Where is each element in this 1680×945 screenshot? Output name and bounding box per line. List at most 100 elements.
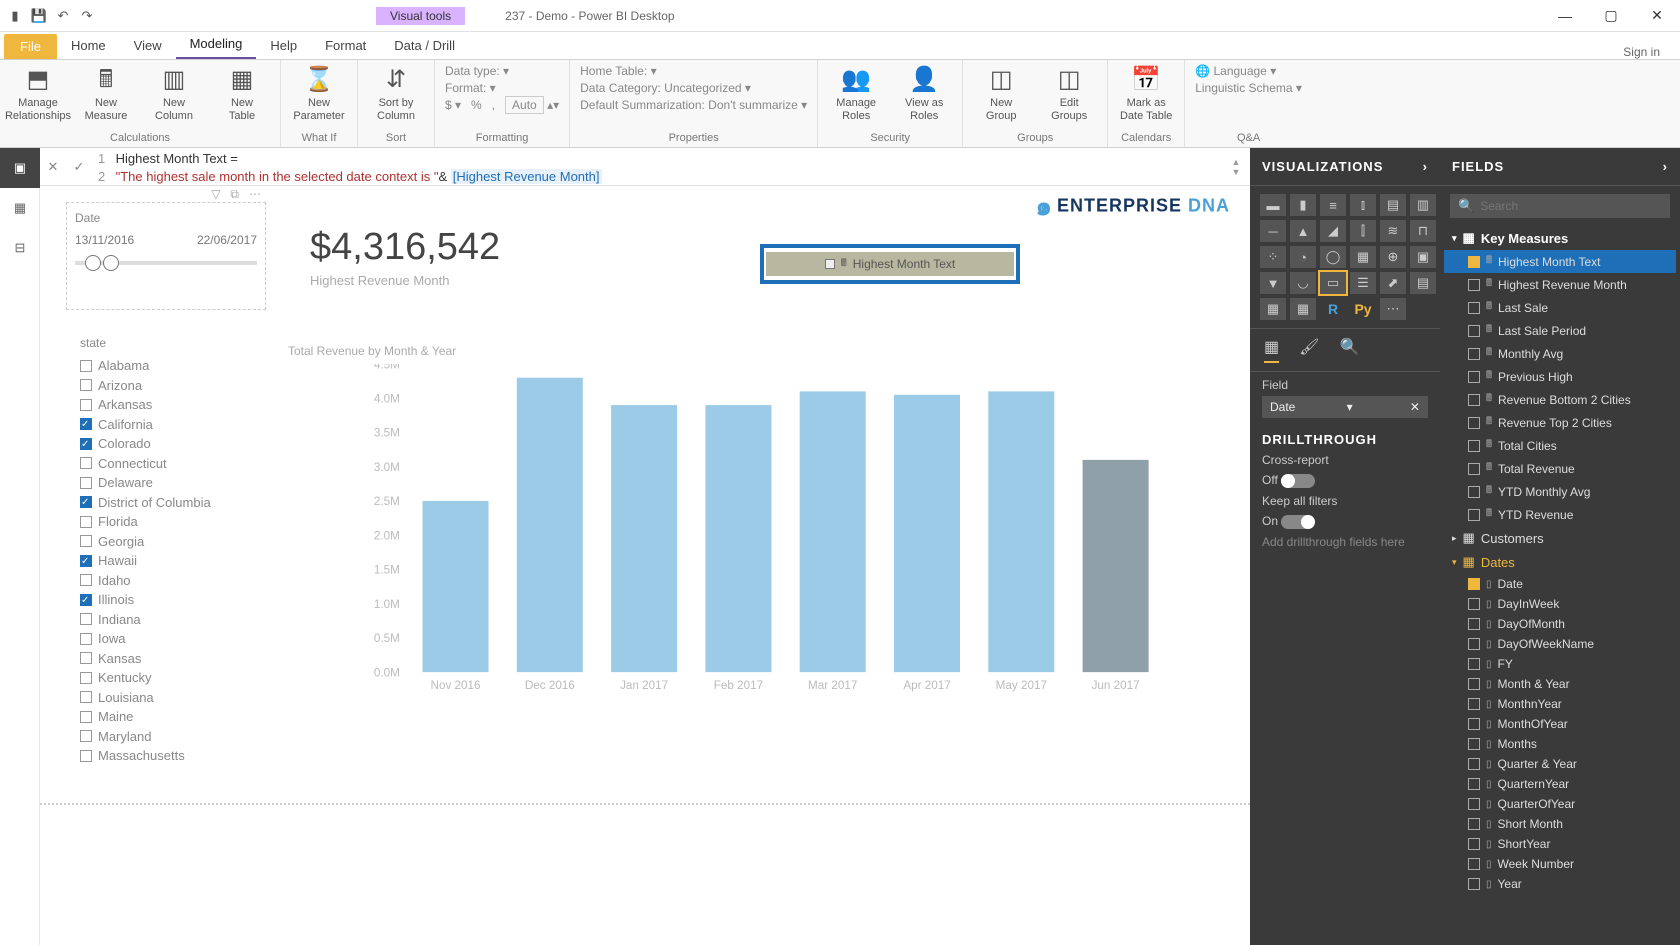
checkbox-icon[interactable] [80,711,92,723]
kpi-card[interactable]: $4,316,542 Highest Revenue Month [310,226,500,288]
state-option[interactable]: California [80,415,250,435]
viz-kpi-icon[interactable]: ⬈ [1380,272,1406,294]
checkbox-icon[interactable] [1468,302,1480,314]
report-canvas[interactable]: ▽ ⧉ ⋯ Date 13/11/2016 22/06/2017 $4,316,… [40,186,1250,945]
language-dropdown[interactable]: 🌐 Language ▾ [1195,64,1302,78]
minimize-icon[interactable]: — [1542,0,1588,32]
linguistic-schema-dropdown[interactable]: Linguistic Schema ▾ [1195,81,1302,95]
checkbox-icon[interactable] [1468,858,1480,870]
viz-matrix-icon[interactable]: ▦ [1290,298,1316,320]
fields-tab-icon[interactable]: ▦ [1264,337,1279,363]
save-icon[interactable]: 💾 [30,7,48,25]
state-option[interactable]: Kansas [80,649,250,669]
state-option[interactable]: Indiana [80,610,250,630]
field-item[interactable]: ▯DayOfWeekName [1444,634,1676,654]
checkbox-icon[interactable] [80,535,92,547]
field-item[interactable]: 🖩Total Cities [1444,434,1676,457]
viz-treemap-icon[interactable]: ▦ [1350,246,1376,268]
viz-scatter-icon[interactable]: ⁘ [1260,246,1286,268]
sign-in-link[interactable]: Sign in [1623,45,1660,59]
viz-clustered-column-icon[interactable]: ⫾ [1350,194,1376,216]
checkbox-icon[interactable] [80,457,92,469]
format-dropdown[interactable]: Format: ▾ [445,81,559,95]
format-tab-icon[interactable]: 🖌 [1299,337,1319,363]
checkbox-icon[interactable] [1468,738,1480,750]
viz-map-icon[interactable]: ⊕ [1380,246,1406,268]
viz-table-icon[interactable]: ▦ [1260,298,1286,320]
checkbox-icon[interactable] [1468,678,1480,690]
field-item[interactable]: ▯MonthOfYear [1444,714,1676,734]
viz-card-icon[interactable]: ▭ [1320,272,1346,294]
state-option[interactable]: Alabama [80,356,250,376]
chevron-right-icon[interactable]: › [1423,159,1428,174]
state-option[interactable]: Hawaii [80,551,250,571]
table-dates[interactable]: ▾▦Dates [1444,550,1676,574]
new-table-button[interactable]: ▦New Table [214,64,270,123]
manage-roles-button[interactable]: 👥Manage Roles [828,64,884,123]
edit-groups-button[interactable]: ◫Edit Groups [1041,64,1097,123]
state-option[interactable]: Arkansas [80,395,250,415]
checkbox-icon[interactable] [1468,348,1480,360]
state-option[interactable]: Louisiana [80,688,250,708]
checkbox-icon[interactable] [80,379,92,391]
checkbox-icon[interactable] [1468,618,1480,630]
viz-100-bar-icon[interactable]: ▤ [1380,194,1406,216]
checkbox-icon[interactable] [1468,838,1480,850]
keep-filters-toggle[interactable] [1281,515,1315,529]
checkbox-icon[interactable] [1468,698,1480,710]
tab-help[interactable]: Help [256,32,311,59]
checkbox-icon[interactable] [80,652,92,664]
state-option[interactable]: Illinois [80,590,250,610]
state-option[interactable]: Delaware [80,473,250,493]
state-option[interactable]: District of Columbia [80,493,250,513]
viz-stacked-column-icon[interactable]: ▮ [1290,194,1316,216]
checkbox-icon[interactable] [1468,279,1480,291]
fields-search[interactable]: 🔍 [1450,194,1670,218]
state-option[interactable]: Connecticut [80,454,250,474]
field-item[interactable]: 🖩YTD Revenue [1444,503,1676,526]
search-input[interactable] [1480,199,1662,213]
undo-icon[interactable]: ↶ [54,7,72,25]
viz-multirow-card-icon[interactable]: ☰ [1350,272,1376,294]
formula-bar[interactable]: ✕ ✓ 1 Highest Month Text = 2 "The highes… [40,148,1250,186]
bar-chart-visual[interactable]: Total Revenue by Month & Year 4.5M4.0M3.… [288,344,1230,714]
field-item[interactable]: ▯DayOfMonth [1444,614,1676,634]
checkbox-icon[interactable] [1468,463,1480,475]
checkbox-icon[interactable] [1468,878,1480,890]
number-format-row[interactable]: $ ▾ % , Auto ▴▾ [445,98,559,112]
viz-line-column-icon[interactable]: ⫿ [1350,220,1376,242]
checkbox-icon[interactable] [80,477,92,489]
state-slicer[interactable]: state AlabamaArizonaArkansasCaliforniaCo… [80,336,250,766]
checkbox-icon[interactable] [1468,638,1480,650]
formula-expand-icon[interactable]: ▲▼ [1222,148,1250,185]
checkbox-icon[interactable] [1468,778,1480,790]
state-option[interactable]: Florida [80,512,250,532]
tab-format[interactable]: Format [311,32,380,59]
checkbox-icon[interactable] [1468,718,1480,730]
fields-header[interactable]: FIELDS› [1440,148,1680,186]
state-option[interactable]: Iowa [80,629,250,649]
formula-editor[interactable]: 1 Highest Month Text = 2 "The highest sa… [92,148,1222,185]
field-item[interactable]: ▯QuarterOfYear [1444,794,1676,814]
viz-funnel-icon[interactable]: ▼ [1260,272,1286,294]
cross-report-toggle[interactable] [1281,474,1315,488]
field-item[interactable]: 🖩Monthly Avg [1444,342,1676,365]
viz-r-script-icon[interactable]: R [1320,298,1346,320]
state-option[interactable]: Georgia [80,532,250,552]
field-item[interactable]: ▯FY [1444,654,1676,674]
new-column-button[interactable]: ▥New Column [146,64,202,123]
viz-line-icon[interactable]: ─ [1260,220,1286,242]
home-table-dropdown[interactable]: Home Table: ▾ [580,64,807,78]
viz-pie-icon[interactable]: ◔ [1290,246,1316,268]
date-slider[interactable] [75,261,257,265]
remove-field-icon[interactable]: ✕ [1410,400,1420,414]
manage-relationships-button[interactable]: ⬒Manage Relationships [10,64,66,123]
maximize-icon[interactable]: ▢ [1588,0,1634,32]
checkbox-icon[interactable] [1468,578,1480,590]
table-customers[interactable]: ▸▦Customers [1444,526,1676,550]
drillthrough-placeholder[interactable]: Add drillthrough fields here [1262,535,1428,549]
state-option[interactable]: Massachusetts [80,746,250,766]
checkbox-icon[interactable] [1468,509,1480,521]
state-option[interactable]: Kentucky [80,668,250,688]
tab-data-drill[interactable]: Data / Drill [380,32,469,59]
